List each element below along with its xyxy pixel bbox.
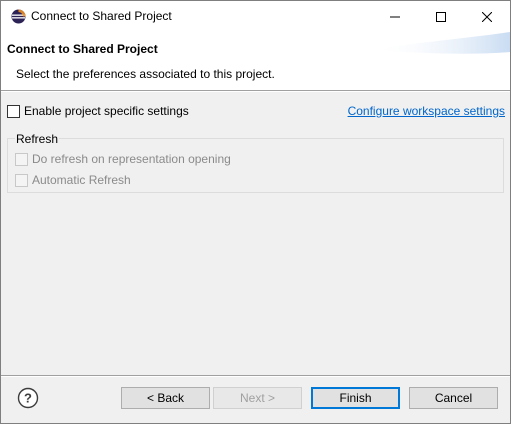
refresh-on-opening-label: Do refresh on representation opening xyxy=(32,152,231,166)
refresh-on-opening-checkbox[interactable]: Do refresh on representation opening xyxy=(15,152,231,166)
eclipse-icon xyxy=(11,9,26,24)
refresh-group-title: Refresh xyxy=(15,132,60,146)
close-icon xyxy=(482,11,492,22)
close-button[interactable] xyxy=(464,1,510,32)
enable-project-settings-checkbox[interactable]: Enable project specific settings xyxy=(7,104,189,118)
next-button[interactable]: Next > xyxy=(213,387,302,409)
finish-button[interactable]: Finish xyxy=(311,387,400,409)
wizard-banner: Connect to Shared Project Select the pre… xyxy=(1,32,510,90)
banner-title: Connect to Shared Project xyxy=(7,42,158,56)
banner-decoration xyxy=(370,32,510,54)
automatic-refresh-label: Automatic Refresh xyxy=(32,173,131,187)
dialog-window: Connect to Shared Project Connect to Sha… xyxy=(0,0,511,424)
footer-separator-highlight xyxy=(1,376,510,377)
window-title: Connect to Shared Project xyxy=(31,9,172,23)
help-button[interactable]: ? xyxy=(17,387,39,409)
cancel-button[interactable]: Cancel xyxy=(409,387,498,409)
maximize-button[interactable] xyxy=(418,1,464,32)
checkbox-box[interactable] xyxy=(7,104,20,118)
minimize-icon xyxy=(390,16,400,17)
banner-separator-highlight xyxy=(1,91,510,92)
back-button[interactable]: < Back xyxy=(121,387,210,409)
maximize-icon xyxy=(436,11,446,22)
automatic-refresh-checkbox[interactable]: Automatic Refresh xyxy=(15,173,131,187)
checkbox-box[interactable] xyxy=(15,173,28,187)
minimize-button[interactable] xyxy=(372,1,418,32)
title-bar[interactable]: Connect to Shared Project xyxy=(1,1,510,32)
help-icon: ? xyxy=(17,387,39,409)
checkbox-box[interactable] xyxy=(15,152,28,166)
enable-project-settings-label: Enable project specific settings xyxy=(24,104,189,118)
svg-text:?: ? xyxy=(24,391,32,406)
configure-workspace-settings-link[interactable]: Configure workspace settings xyxy=(348,104,505,118)
banner-description: Select the preferences associated to thi… xyxy=(16,67,275,81)
